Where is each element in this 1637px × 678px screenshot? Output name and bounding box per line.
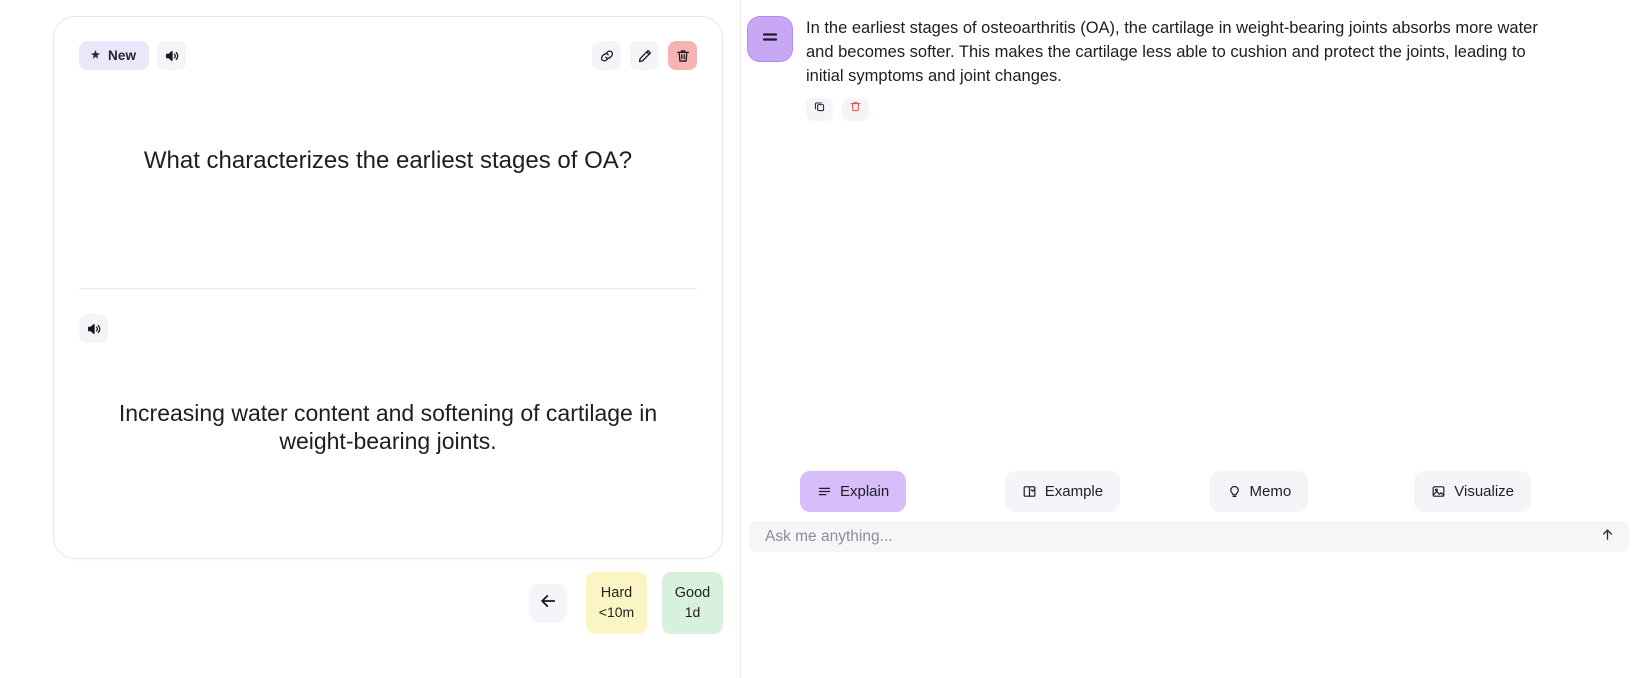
- link-icon: [599, 48, 615, 64]
- chat-input-bar[interactable]: [749, 521, 1629, 552]
- quick-action-slot-memo: Memo: [1209, 471, 1415, 512]
- sparkle-icon: [89, 49, 102, 62]
- assistant-message-actions: [806, 97, 1547, 121]
- review-controls: Hard <10m Good 1d: [53, 572, 723, 634]
- card-answer-text: Increasing water content and softening o…: [118, 400, 658, 455]
- question-audio-button[interactable]: [157, 41, 187, 70]
- quick-action-memo[interactable]: Memo: [1209, 471, 1309, 512]
- trash-icon: [849, 100, 862, 118]
- rate-good-interval: 1d: [684, 603, 701, 620]
- rate-hard-interval: <10m: [598, 603, 635, 620]
- arrow-up-icon: [1600, 527, 1615, 547]
- edit-card-button[interactable]: [630, 41, 659, 70]
- chat-pane: In the earliest stages of osteoarthritis…: [740, 0, 1637, 678]
- quick-action-slot-explain: Explain: [800, 471, 1005, 512]
- quick-actions-row: Explain Example Memo Visualize: [800, 471, 1619, 512]
- copy-button[interactable]: [806, 97, 833, 121]
- answer-audio-button-wrap: [79, 314, 108, 343]
- quick-action-example[interactable]: Example: [1004, 471, 1121, 512]
- trash-icon: [675, 48, 691, 64]
- text-lines-icon: [758, 25, 782, 54]
- quick-action-visualize[interactable]: Visualize: [1414, 471, 1532, 512]
- book-icon: [1022, 484, 1037, 499]
- flashcard: New What characterizes the earliest stag…: [53, 16, 723, 559]
- lines-icon: [817, 484, 832, 499]
- back-button[interactable]: [529, 584, 567, 622]
- quick-action-example-label: Example: [1044, 483, 1104, 500]
- quick-action-memo-label: Memo: [1249, 483, 1292, 500]
- flashcard-toolbar-right: [592, 41, 697, 70]
- quick-action-explain-label: Explain: [840, 483, 890, 500]
- assistant-avatar: [747, 16, 793, 62]
- quick-action-slot-visualize: Visualize: [1414, 471, 1619, 512]
- rate-hard-button[interactable]: Hard <10m: [586, 572, 647, 634]
- rate-good-label: Good: [674, 584, 711, 601]
- delete-card-button[interactable]: [668, 41, 697, 70]
- app-root: New What characterizes the earliest stag…: [0, 0, 1637, 678]
- quick-action-explain[interactable]: Explain: [800, 471, 907, 512]
- pencil-icon: [637, 48, 653, 64]
- speaker-icon: [86, 321, 102, 337]
- new-badge-label: New: [108, 48, 137, 63]
- image-icon: [1431, 484, 1446, 499]
- flashcard-toolbar-left: New: [79, 41, 187, 70]
- quick-action-slot-example: Example: [1004, 471, 1210, 512]
- copy-icon: [813, 100, 826, 118]
- flashcard-toolbar: New: [54, 17, 722, 95]
- copy-link-button[interactable]: [592, 41, 621, 70]
- rate-hard-label: Hard: [600, 584, 633, 601]
- delete-message-button[interactable]: [842, 97, 869, 121]
- rate-good-button[interactable]: Good 1d: [662, 572, 723, 634]
- card-question-text: What characterizes the earliest stages o…: [143, 147, 633, 174]
- assistant-message-text: In the earliest stages of osteoarthritis…: [806, 19, 1538, 85]
- quick-action-visualize-label: Visualize: [1454, 483, 1515, 500]
- new-badge[interactable]: New: [79, 41, 150, 70]
- flashcard-pane: New What characterizes the earliest stag…: [0, 0, 740, 678]
- card-divider: [79, 288, 697, 289]
- lightbulb-icon: [1227, 484, 1242, 499]
- arrow-left-icon: [538, 591, 558, 616]
- assistant-message-body: In the earliest stages of osteoarthritis…: [806, 16, 1547, 121]
- send-button[interactable]: [1597, 527, 1617, 547]
- assistant-message: In the earliest stages of osteoarthritis…: [747, 16, 1547, 121]
- answer-audio-button[interactable]: [79, 314, 108, 343]
- speaker-icon: [164, 48, 180, 64]
- chat-input[interactable]: [765, 527, 1597, 546]
